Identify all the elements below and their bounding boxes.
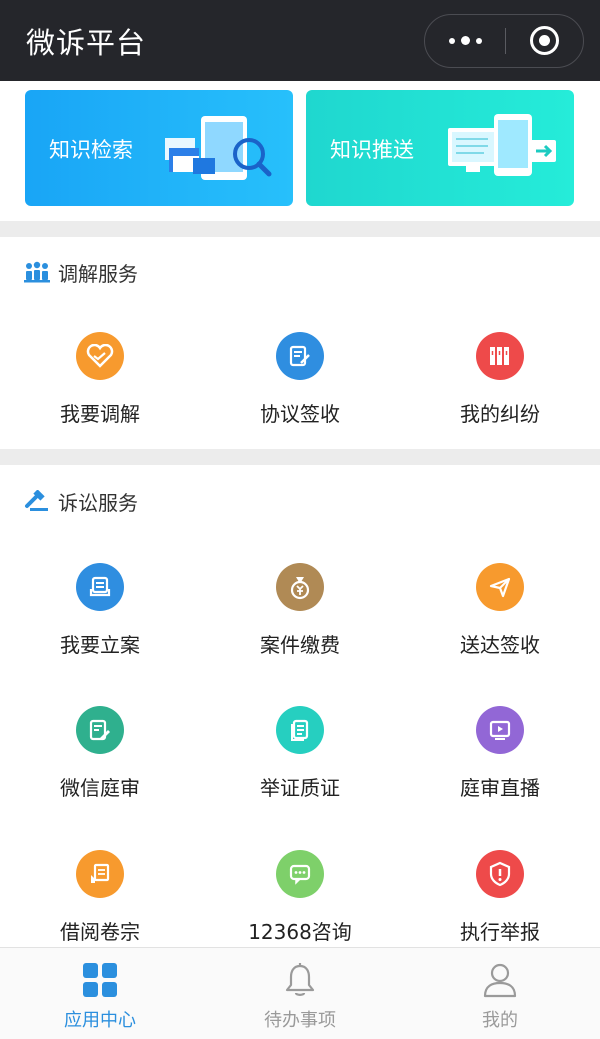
bell-icon [285,963,315,996]
capsule-divider [505,28,506,54]
file-stack-icon [76,563,124,611]
section-divider [0,449,600,465]
paper-plane-icon [476,563,524,611]
grid-item-file-case[interactable]: 我要立案 [0,563,200,658]
people-group-icon [24,261,50,283]
grid-item-label: 借阅卷宗 [60,920,140,944]
folders-icon [476,332,524,380]
tab-app-center[interactable]: 应用中心 [0,948,200,1039]
grid-item-12368-consult[interactable]: 12368咨询 [200,850,400,945]
knowledge-push-card[interactable]: 知识推送 [306,90,574,206]
gavel-icon [25,490,48,511]
grid-item-my-disputes[interactable]: 我的纠纷 [400,332,600,427]
knowledge-search-label: 知识检索 [49,138,133,162]
grid-item-delivery-sign[interactable]: 送达签收 [400,563,600,658]
title-bar: 微诉平台 [0,0,600,81]
grid-item-label: 我要调解 [60,402,140,426]
grid-item-label: 我的纠纷 [460,402,540,426]
tab-todo[interactable]: 待办事项 [200,948,400,1039]
grid-item-trial-live[interactable]: 庭审直播 [400,706,600,801]
page-title: 微诉平台 [26,26,147,60]
litigation-section-header: 诉讼服务 [24,486,138,516]
grid-item-label: 我要立案 [60,633,140,657]
tab-label: 待办事项 [264,1010,336,1031]
shield-alert-icon [476,850,524,898]
grid-item-wechat-trial[interactable]: 微信庭审 [0,706,200,801]
grid-item-label: 案件缴费 [260,633,340,657]
grid-item-label: 庭审直播 [460,776,540,800]
chat-bubble-icon [276,850,324,898]
more-menu-icon[interactable] [425,15,505,66]
push-devices-illustration [448,114,556,176]
copy-document-icon [276,706,324,754]
edit-document-icon [276,332,324,380]
grid-item-label: 协议签收 [260,402,340,426]
archive-hand-icon [76,850,124,898]
bottom-tab-bar: 应用中心 待办事项 我的 [0,947,600,1039]
money-bag-icon [276,563,324,611]
grid-item-agreement-sign[interactable]: 协议签收 [200,332,400,427]
grid-item-label: 送达签收 [460,633,540,657]
tab-mine[interactable]: 我的 [400,948,600,1039]
user-icon [483,963,517,998]
litigation-section-title: 诉讼服务 [58,490,138,515]
grid-item-enforcement-report[interactable]: 执行举报 [400,850,600,945]
grid-item-mediation-request[interactable]: 我要调解 [0,332,200,427]
knowledge-search-card[interactable]: 知识检索 [25,90,293,206]
mediation-section-title: 调解服务 [58,261,138,286]
grid-item-borrow-files[interactable]: 借阅卷宗 [0,850,200,945]
knowledge-push-label: 知识推送 [330,138,414,162]
document-pen-icon [76,706,124,754]
tab-label: 应用中心 [64,1010,136,1031]
handshake-heart-icon [76,332,124,380]
grid-item-label: 12368咨询 [248,920,352,944]
grid-item-case-payment[interactable]: 案件缴费 [200,563,400,658]
search-document-illustration [165,116,272,180]
grid-item-label: 举证质证 [260,776,340,800]
tab-label: 我的 [482,1010,518,1031]
grid-item-evidence[interactable]: 举证质证 [200,706,400,801]
video-play-icon [476,706,524,754]
mediation-section-header: 调解服务 [24,257,138,287]
section-divider [0,221,600,237]
grid-item-label: 执行举报 [460,920,540,944]
mini-program-capsule [424,14,584,68]
close-target-icon[interactable] [530,26,559,55]
grid-item-label: 微信庭审 [60,776,140,800]
grid-apps-icon [83,963,117,997]
